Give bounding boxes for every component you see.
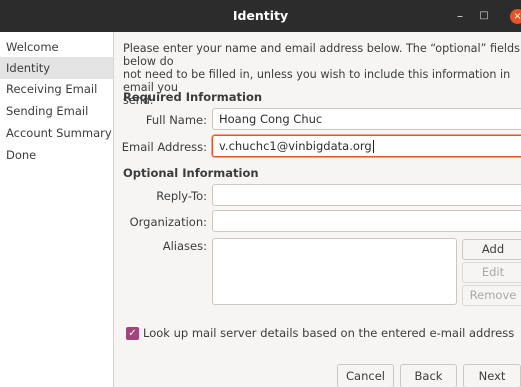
wizard-sidebar: Welcome Identity Receiving Email Sending… bbox=[0, 32, 114, 387]
email-address-input[interactable]: v.chuchc1@vinbigdata.org bbox=[212, 135, 521, 157]
close-icon[interactable]: × bbox=[510, 9, 521, 24]
email-address-value: v.chuchc1@vinbigdata.org bbox=[219, 139, 372, 153]
back-button[interactable]: Back bbox=[400, 364, 457, 387]
remove-alias-button[interactable]: Remove bbox=[462, 285, 521, 306]
edit-alias-button[interactable]: Edit bbox=[462, 262, 521, 283]
sidebar-item-sending-email[interactable]: Sending Email bbox=[0, 100, 113, 122]
minimize-icon[interactable]: – bbox=[452, 0, 468, 32]
reply-to-input[interactable] bbox=[212, 184, 521, 206]
cancel-button[interactable]: Cancel bbox=[337, 364, 394, 387]
next-button[interactable]: Next bbox=[463, 364, 521, 387]
checkmark-icon[interactable]: ✓ bbox=[126, 327, 139, 340]
email-address-label: Email Address: bbox=[121, 140, 207, 154]
window-title: Identity bbox=[232, 8, 289, 23]
add-alias-button[interactable]: Add bbox=[462, 239, 521, 260]
title-bar[interactable]: Identity – □ × bbox=[0, 0, 521, 32]
required-information-heading: Required Information bbox=[123, 90, 263, 104]
lookup-server-checkbox-label[interactable]: Look up mail server details based on the… bbox=[143, 326, 514, 340]
text-caret bbox=[372, 140, 374, 153]
organization-label: Organization: bbox=[129, 215, 207, 229]
sidebar-item-welcome[interactable]: Welcome bbox=[0, 36, 113, 58]
full-name-value: Hoang Cong Chuc bbox=[219, 112, 323, 126]
aliases-label: Aliases: bbox=[162, 239, 207, 253]
sidebar-item-receiving-email[interactable]: Receiving Email bbox=[0, 78, 113, 100]
sidebar-item-account-summary[interactable]: Account Summary bbox=[0, 122, 113, 144]
aliases-list[interactable] bbox=[212, 238, 457, 305]
reply-to-label: Reply-To: bbox=[156, 189, 207, 203]
optional-information-heading: Optional Information bbox=[123, 166, 259, 180]
full-name-input[interactable]: Hoang Cong Chuc bbox=[212, 108, 521, 130]
full-name-label: Full Name: bbox=[145, 113, 207, 127]
organization-input[interactable] bbox=[212, 210, 521, 232]
sidebar-item-identity[interactable]: Identity bbox=[0, 57, 113, 79]
sidebar-item-done[interactable]: Done bbox=[0, 144, 113, 166]
maximize-icon[interactable]: □ bbox=[476, 0, 492, 32]
